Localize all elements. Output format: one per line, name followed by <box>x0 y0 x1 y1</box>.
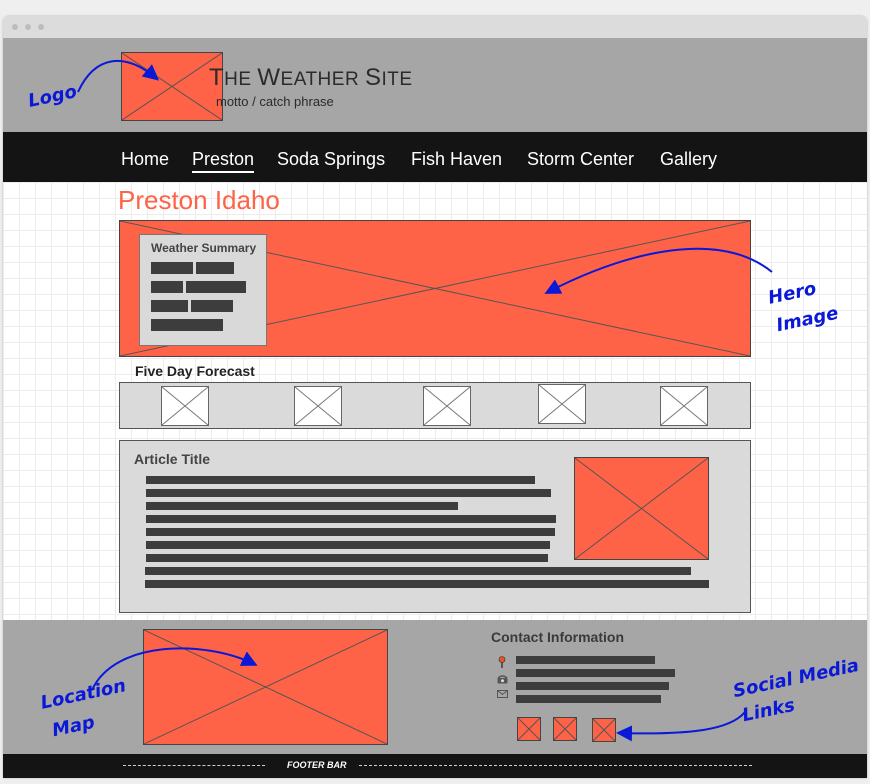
social-link-1[interactable] <box>517 717 541 741</box>
nav-item-fish-haven[interactable]: Fish Haven <box>411 149 502 170</box>
footer-bar-dash-right <box>359 765 752 766</box>
window-dot-minimize[interactable] <box>25 24 31 30</box>
text-line <box>151 300 188 312</box>
text-line <box>516 656 655 664</box>
text-line <box>186 281 246 293</box>
text-line <box>145 580 709 588</box>
logo-placeholder[interactable] <box>121 52 223 121</box>
text-line <box>196 262 234 274</box>
image-placeholder-icon <box>144 630 387 744</box>
text-line <box>146 528 555 536</box>
footer-bar-dash-left <box>123 765 265 766</box>
weather-summary-title: Weather Summary <box>151 241 257 255</box>
browser-window: THE WEATHER SITE motto / catch phrase Ho… <box>3 16 867 778</box>
weather-summary-box: Weather Summary <box>139 234 267 346</box>
text-line <box>191 300 233 312</box>
footer-bar-label: FOOTER BAR <box>287 760 347 770</box>
window-dot-maximize[interactable] <box>38 24 44 30</box>
image-placeholder-icon <box>122 53 222 120</box>
page-title: Preston Idaho <box>118 185 280 215</box>
contact-title: Contact Information <box>491 629 624 645</box>
text-line <box>146 476 535 484</box>
forecast-day-1-icon <box>161 386 209 426</box>
nav-item-soda-springs[interactable]: Soda Springs <box>277 149 385 170</box>
text-line <box>516 682 669 690</box>
article-box: Article Title <box>119 440 751 613</box>
location-map[interactable] <box>143 629 388 745</box>
main-content: Preston Idaho Weather Summary Five Day F… <box>3 182 867 620</box>
site-title: THE WEATHER SITE <box>209 64 413 91</box>
text-line <box>146 489 551 497</box>
email-icon <box>497 685 508 698</box>
footer-bar: FOOTER BAR <box>3 754 867 778</box>
article-title: Article Title <box>134 451 210 467</box>
text-line <box>151 319 223 331</box>
article-image <box>574 457 709 560</box>
nav-item-storm-center[interactable]: Storm Center <box>527 149 634 170</box>
forecast-title: Five Day Forecast <box>135 363 255 379</box>
hero-image: Weather Summary <box>119 220 751 357</box>
forecast-day-4-icon <box>538 384 586 424</box>
text-line <box>146 554 548 562</box>
social-link-2[interactable] <box>553 717 577 741</box>
window-dot-close[interactable] <box>12 24 18 30</box>
nav-item-preston[interactable]: Preston <box>192 149 255 173</box>
phone-icon <box>497 671 508 684</box>
five-day-forecast-strip <box>119 382 751 429</box>
location-pin-icon <box>497 655 507 668</box>
text-line <box>151 262 193 274</box>
forecast-day-5-icon <box>660 386 708 426</box>
image-placeholder-icon <box>575 458 708 559</box>
text-line <box>146 502 458 510</box>
nav-item-gallery[interactable]: Gallery <box>660 149 717 170</box>
text-line <box>516 695 661 703</box>
forecast-day-3-icon <box>423 386 471 426</box>
text-line <box>516 669 675 677</box>
window-titlebar <box>3 16 867 38</box>
text-line <box>146 541 550 549</box>
main-nav: Home Preston Soda Springs Fish Haven Sto… <box>3 132 867 182</box>
site-header: THE WEATHER SITE motto / catch phrase <box>3 38 867 132</box>
site-motto: motto / catch phrase <box>216 94 334 109</box>
text-line <box>146 515 556 523</box>
social-link-3[interactable] <box>592 718 616 742</box>
text-line <box>145 567 691 575</box>
text-line <box>151 281 183 293</box>
forecast-day-2-icon <box>294 386 342 426</box>
nav-item-home[interactable]: Home <box>121 149 169 170</box>
